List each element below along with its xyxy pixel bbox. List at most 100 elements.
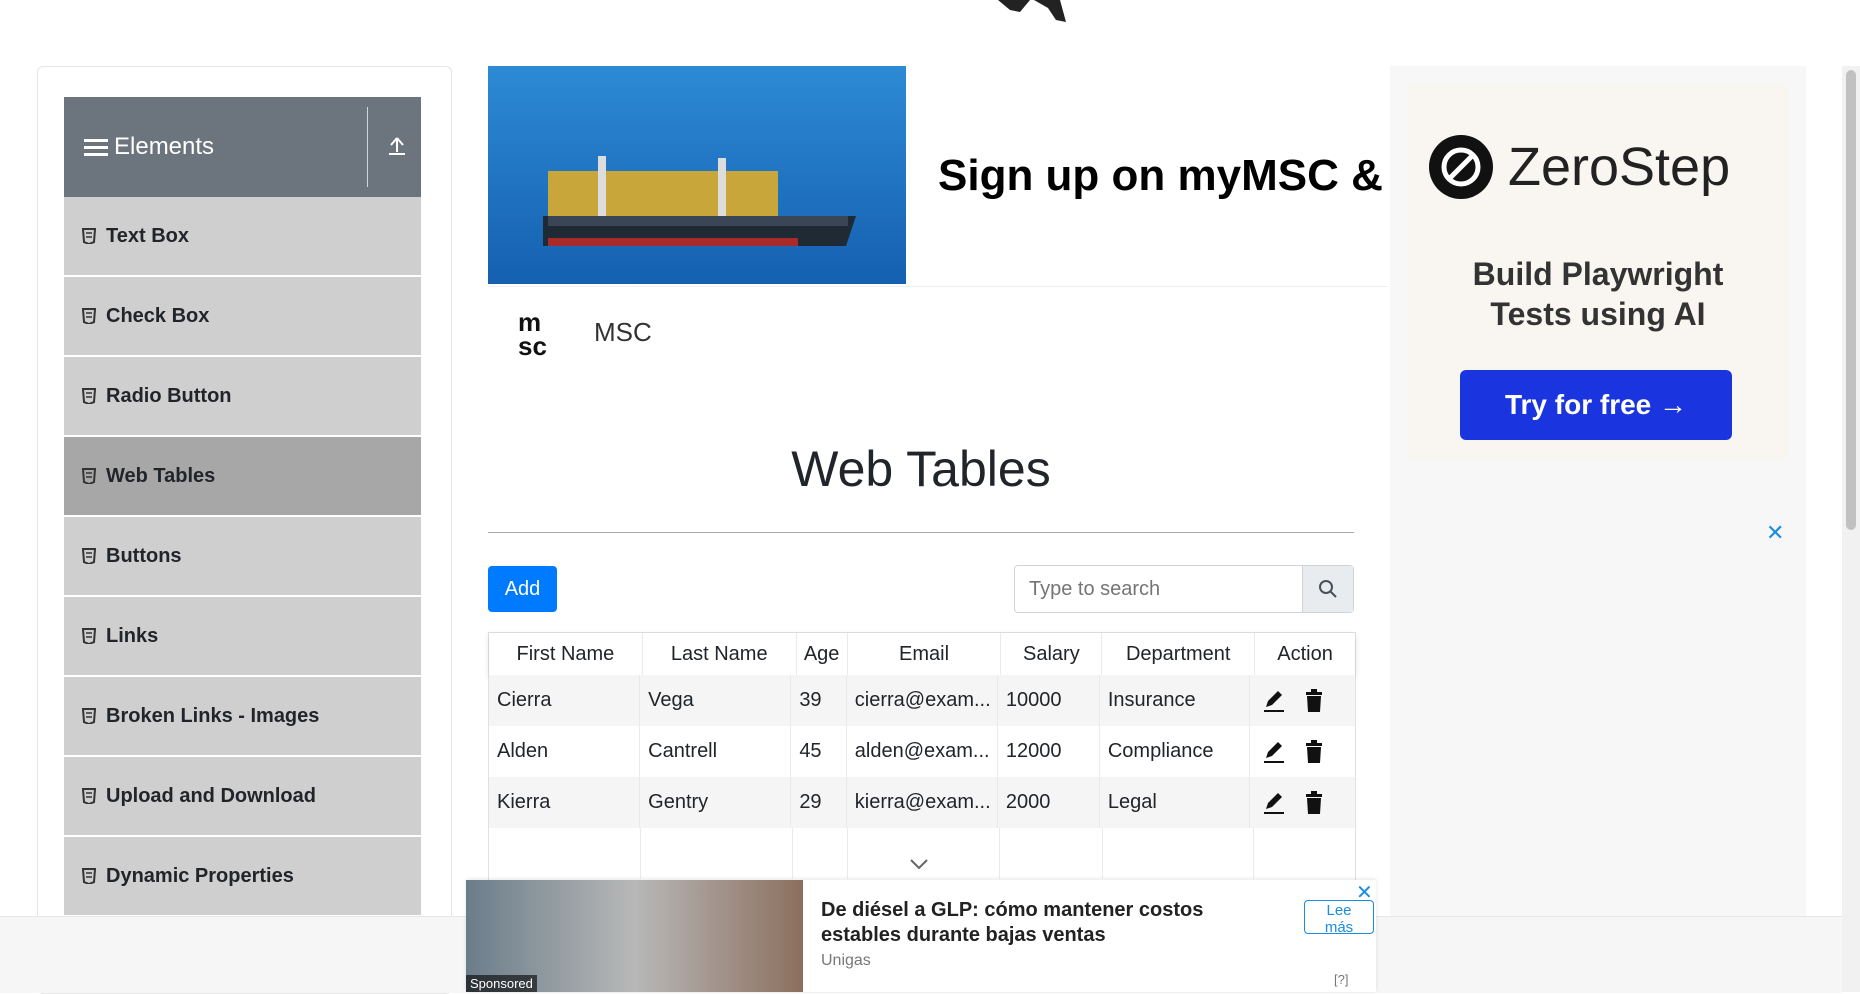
delete-icon[interactable] xyxy=(1304,688,1324,713)
zerostep-logo: ZeroStep xyxy=(1428,134,1730,200)
sidebar-item-label: Links xyxy=(106,624,159,647)
sidebar-item-label: Check Box xyxy=(106,304,210,327)
item-icon xyxy=(82,468,96,484)
search-icon xyxy=(1319,580,1337,598)
collapse-up-icon[interactable] xyxy=(386,135,408,157)
sidebar-item-upload-download[interactable]: Upload and Download xyxy=(64,757,421,837)
item-icon xyxy=(82,868,96,884)
banner-brand-bar[interactable]: m sc MSC xyxy=(488,286,1388,377)
zerostep-tagline: Build Playwright Tests using AI xyxy=(1408,254,1788,334)
sidebar-item-label: Dynamic Properties xyxy=(106,864,294,887)
header-divider xyxy=(367,107,368,187)
sponsored-label: Sponsored xyxy=(466,975,537,992)
sidebar-item-radio-button[interactable]: Radio Button xyxy=(64,357,421,437)
item-icon xyxy=(82,228,96,244)
cell-department: Legal xyxy=(1100,777,1251,828)
cell-action xyxy=(1250,726,1355,777)
cell-first-name: Cierra xyxy=(489,675,641,726)
item-icon xyxy=(82,308,96,324)
cell-age: 29 xyxy=(791,777,847,828)
item-icon xyxy=(82,708,96,724)
item-icon xyxy=(82,628,96,644)
sidebar-item-label: Text Box xyxy=(106,224,189,247)
sidebar-item-dynamic-properties[interactable]: Dynamic Properties xyxy=(64,837,421,917)
cell-email: kierra@exam... xyxy=(847,777,998,828)
elements-group-header[interactable]: Elements xyxy=(64,97,421,197)
column-header-age[interactable]: Age xyxy=(797,633,848,675)
sidebar-item-links[interactable]: Links xyxy=(64,597,421,677)
menu-icon xyxy=(84,135,108,160)
banner-headline: Sign up on myMSC & B xyxy=(938,151,1427,200)
web-table: First Name Last Name Age Email Salary De… xyxy=(488,632,1356,882)
search-input[interactable] xyxy=(1015,566,1302,612)
sidebar-item-label: Web Tables xyxy=(106,464,216,487)
msc-banner-ad[interactable]: Sign up on myMSC & B xyxy=(488,66,1427,286)
cell-action xyxy=(1250,675,1355,726)
column-header-action: Action xyxy=(1277,642,1333,665)
sidebar-item-text-box[interactable]: Text Box xyxy=(64,197,421,277)
lee-mas-button[interactable]: Lee más xyxy=(1304,900,1374,936)
search-box xyxy=(1014,565,1354,613)
cell-department: Insurance xyxy=(1100,675,1251,726)
cell-department: Compliance xyxy=(1100,726,1251,777)
site-logo-fragment xyxy=(998,0,1066,22)
zerostep-ad-card: ZeroStep Build Playwright Tests using AI… xyxy=(1408,84,1788,460)
chevron-down-icon[interactable] xyxy=(909,858,929,870)
page-scrollbar[interactable] xyxy=(1842,66,1860,992)
table-row: Alden Cantrell 45 alden@exam... 12000 Co… xyxy=(489,726,1355,777)
close-ad-icon[interactable]: ✕ xyxy=(1766,520,1784,546)
delete-icon[interactable] xyxy=(1304,739,1324,764)
sidebar-item-label: Broken Links - Images xyxy=(106,704,320,727)
zerostep-ad[interactable]: ZeroStep Build Playwright Tests using AI… xyxy=(1390,66,1806,992)
sidebar-item-buttons[interactable]: Buttons xyxy=(64,517,421,597)
cell-salary: 10000 xyxy=(998,675,1100,726)
column-header-first-name[interactable]: First Name xyxy=(489,633,643,675)
ad-headline[interactable]: De diésel a GLP: cómo mantener costos es… xyxy=(821,898,1241,948)
sidebar-item-check-box[interactable]: Check Box xyxy=(64,277,421,357)
zerostep-brand: ZeroStep xyxy=(1508,137,1731,197)
page-title: Web Tables xyxy=(791,441,1051,497)
tagline-line-2: Tests using AI xyxy=(1490,296,1706,332)
zerostep-logo-icon xyxy=(1429,135,1493,199)
cell-last-name: Gentry xyxy=(640,777,792,828)
cell-first-name: Kierra xyxy=(489,777,641,828)
sponsored-ad[interactable]: Sponsored De diésel a GLP: cómo mantener… xyxy=(466,880,1376,992)
banner-brand: MSC xyxy=(594,317,652,347)
cell-age: 45 xyxy=(791,726,847,777)
edit-icon[interactable] xyxy=(1262,791,1286,815)
column-header-last-name[interactable]: Last Name xyxy=(643,633,797,675)
column-header-department[interactable]: Department xyxy=(1102,633,1256,675)
edit-icon[interactable] xyxy=(1262,689,1286,713)
container-ship-icon xyxy=(543,156,856,246)
cell-last-name: Cantrell xyxy=(640,726,792,777)
ad-brand: Unigas xyxy=(821,952,871,969)
ship-image xyxy=(488,66,906,284)
group-title: Elements xyxy=(114,133,215,160)
table-header: First Name Last Name Age Email Salary De… xyxy=(489,633,1355,675)
close-ad-icon[interactable]: ✕ xyxy=(1356,880,1373,905)
table-row: Cierra Vega 39 cierra@exam... 10000 Insu… xyxy=(489,675,1355,726)
item-icon xyxy=(82,388,96,404)
delete-icon[interactable] xyxy=(1304,790,1324,815)
svg-text:sc: sc xyxy=(518,331,547,359)
scrollbar-thumb[interactable] xyxy=(1846,70,1856,530)
tagline-line-1: Build Playwright xyxy=(1472,256,1724,292)
column-header-salary[interactable]: Salary xyxy=(1001,633,1103,675)
column-header-email[interactable]: Email xyxy=(848,633,1002,675)
cell-action xyxy=(1250,777,1355,828)
sidebar-item-broken-links[interactable]: Broken Links - Images xyxy=(64,677,421,757)
search-button[interactable] xyxy=(1302,566,1353,612)
edit-icon[interactable] xyxy=(1262,740,1286,764)
ad-choices-icon[interactable]: [?] xyxy=(1334,972,1348,987)
item-icon xyxy=(82,548,96,564)
sidebar-item-label: Radio Button xyxy=(106,384,232,407)
cell-first-name: Alden xyxy=(489,726,641,777)
add-button[interactable]: Add xyxy=(488,566,557,612)
sidebar-item-web-tables[interactable]: Web Tables xyxy=(64,437,421,517)
sidebar-item-label: Buttons xyxy=(106,544,182,567)
sidebar-item-label: Upload and Download xyxy=(106,784,316,807)
cell-salary: 2000 xyxy=(998,777,1100,828)
try-for-free-button[interactable]: Try for free → xyxy=(1460,370,1732,440)
cell-age: 39 xyxy=(791,675,847,726)
cell-salary: 12000 xyxy=(998,726,1100,777)
